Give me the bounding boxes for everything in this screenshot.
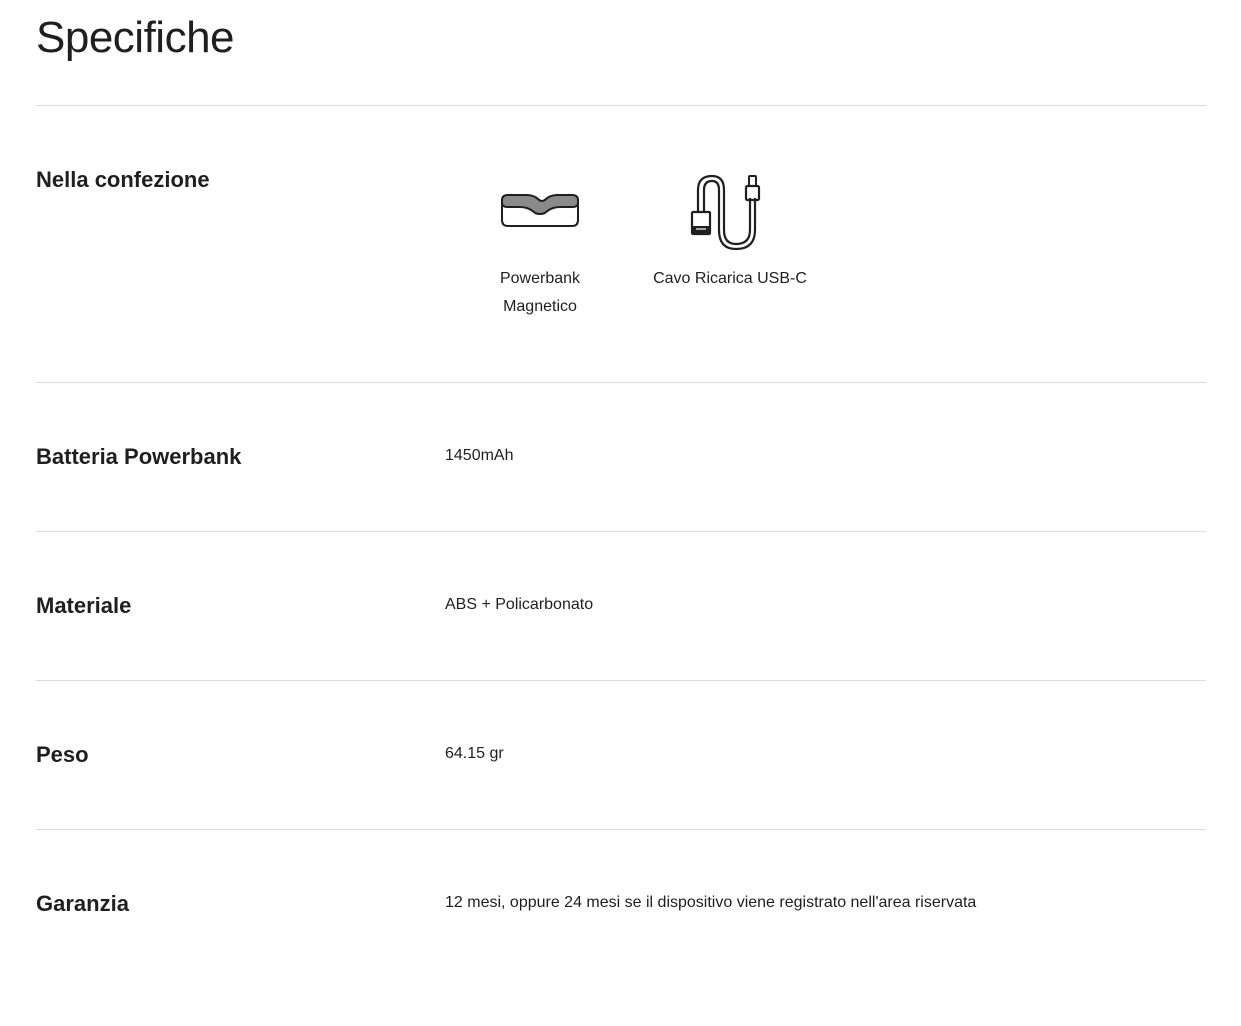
divider (36, 531, 1206, 532)
spec-label-weight: Peso (36, 742, 89, 767)
spec-value-warranty: 12 mesi, oppure 24 mesi se il dispositiv… (445, 894, 977, 911)
spec-value-material: ABS + Policarbonato (445, 596, 594, 613)
box-item-label: Powerbank Magnetico (499, 270, 581, 315)
spec-label-in-box: Nella confezione (36, 167, 210, 192)
spec-value-battery: 1450mAh (445, 447, 514, 464)
divider (36, 680, 1206, 681)
box-item-label: Cavo Ricarica USB-C (653, 270, 807, 287)
spec-label-warranty: Garanzia (36, 891, 129, 916)
divider (36, 382, 1206, 383)
box-item-powerbank: Powerbank Magnetico (485, 160, 595, 321)
powerbank-icon (485, 160, 595, 260)
box-item-usb-c-cable: Cavo Ricarica USB-C (650, 160, 810, 293)
page-title: Specifiche (36, 13, 235, 62)
divider (36, 829, 1206, 830)
spec-value-weight: 64.15 gr (445, 745, 504, 762)
spec-label-battery: Batteria Powerbank (36, 444, 242, 469)
spec-label-material: Materiale (36, 593, 132, 618)
usb-c-cable-icon (650, 160, 810, 260)
divider (36, 105, 1206, 106)
